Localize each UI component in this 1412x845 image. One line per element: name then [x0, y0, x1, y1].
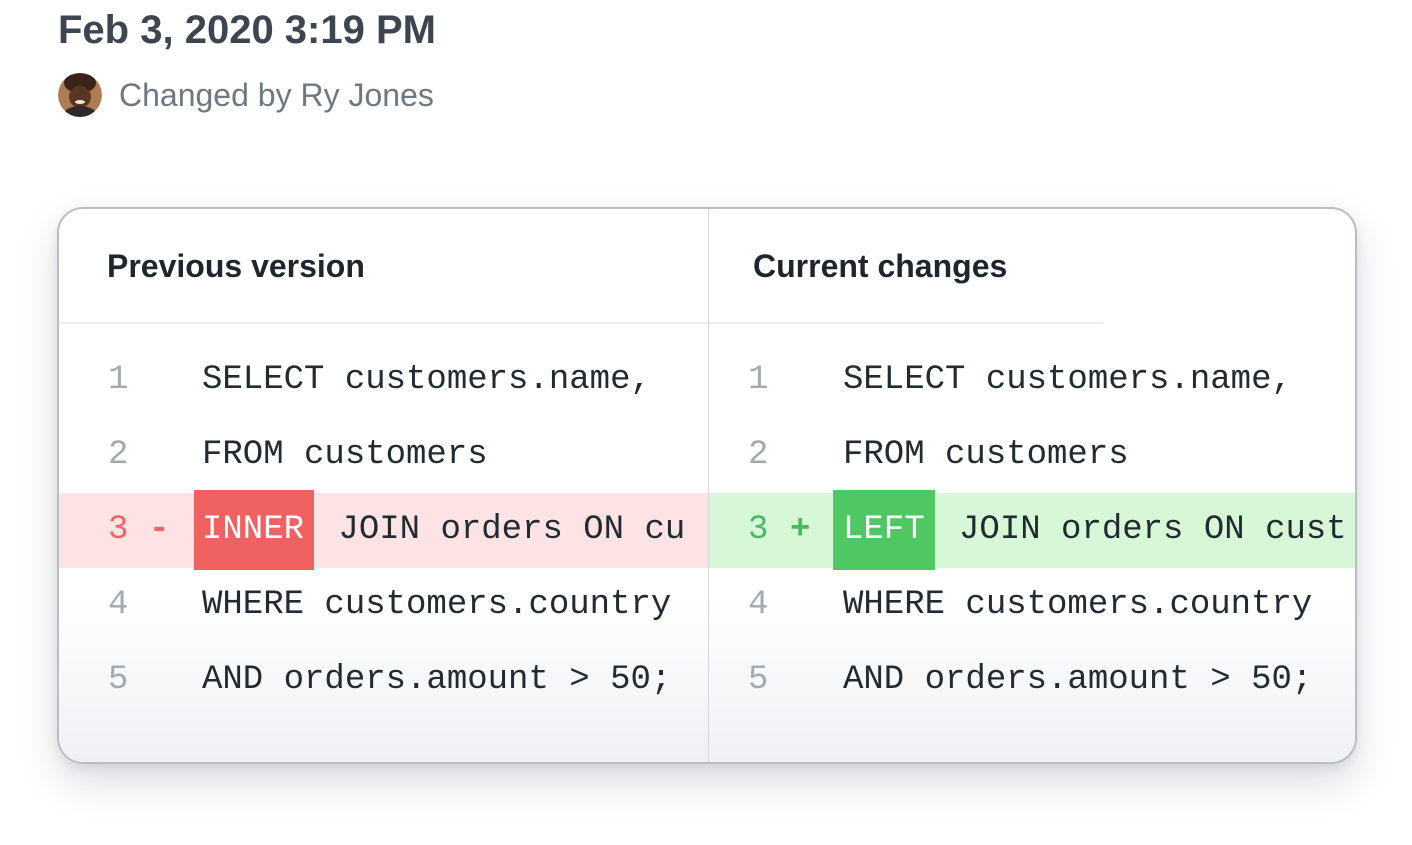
removed-token: INNER	[194, 490, 315, 570]
code-line: 4 WHERE customers.country	[709, 568, 1355, 643]
current-code-lines: 1 SELECT customers.name, 2 FROM customer…	[709, 343, 1355, 718]
line-code: SELECT customers.name,	[843, 361, 1292, 399]
line-code: AND orders.amount > 50;	[843, 661, 1313, 699]
code-line: 4 WHERE customers.country	[59, 568, 708, 643]
added-token: LEFT	[833, 490, 935, 570]
current-changes-title: Current changes	[753, 247, 1008, 284]
change-author: Changed by Ry Jones	[58, 72, 434, 118]
code-line: 5 AND orders.amount > 50;	[59, 643, 708, 718]
line-code-rest: JOIN orders ON cust	[938, 511, 1347, 549]
line-number: 4	[108, 586, 129, 624]
line-number: 3	[108, 511, 129, 549]
avatar	[58, 73, 102, 117]
line-number: 5	[748, 661, 769, 699]
code-line: 1 SELECT customers.name,	[709, 343, 1355, 418]
line-code: SELECT customers.name,	[202, 361, 651, 399]
line-number: 2	[748, 436, 769, 474]
line-code: LEFT JOIN orders ON cust	[833, 490, 1347, 570]
line-number: 4	[748, 586, 769, 624]
diff-card: Previous version 1 SELECT customers.name…	[57, 207, 1357, 764]
line-code-rest: JOIN orders ON cu	[318, 511, 686, 549]
line-code: FROM customers	[202, 436, 488, 474]
line-number: 1	[108, 361, 129, 399]
removed-marker: -	[149, 511, 170, 549]
added-line: 3 + LEFT JOIN orders ON cust	[709, 490, 1355, 570]
current-changes-pane: Current changes 1 SELECT customers.name,…	[709, 209, 1355, 762]
line-number: 3	[748, 511, 769, 549]
change-timestamp: Feb 3, 2020 3:19 PM	[58, 8, 436, 52]
code-line: 5 AND orders.amount > 50;	[709, 643, 1355, 718]
code-line: 2 FROM customers	[709, 418, 1355, 493]
author-label: Changed by Ry Jones	[119, 76, 434, 113]
removed-line: 3 - INNER JOIN orders ON cu	[59, 490, 708, 570]
previous-version-pane: Previous version 1 SELECT customers.name…	[59, 209, 708, 762]
line-code: AND orders.amount > 50;	[202, 661, 672, 699]
line-code: WHERE customers.country	[843, 586, 1313, 624]
line-number: 5	[108, 661, 129, 699]
line-code: FROM customers	[843, 436, 1129, 474]
header-divider	[59, 322, 708, 324]
line-code: WHERE customers.country	[202, 586, 672, 624]
code-line: 1 SELECT customers.name,	[59, 343, 708, 418]
line-number: 2	[108, 436, 129, 474]
code-line: 2 FROM customers	[59, 418, 708, 493]
line-code: INNER JOIN orders ON cu	[194, 490, 686, 570]
line-number: 1	[748, 361, 769, 399]
header-divider	[709, 322, 1103, 324]
added-marker: +	[790, 511, 811, 549]
previous-code-lines: 1 SELECT customers.name, 2 FROM customer…	[59, 343, 708, 718]
previous-version-title: Previous version	[107, 247, 365, 284]
